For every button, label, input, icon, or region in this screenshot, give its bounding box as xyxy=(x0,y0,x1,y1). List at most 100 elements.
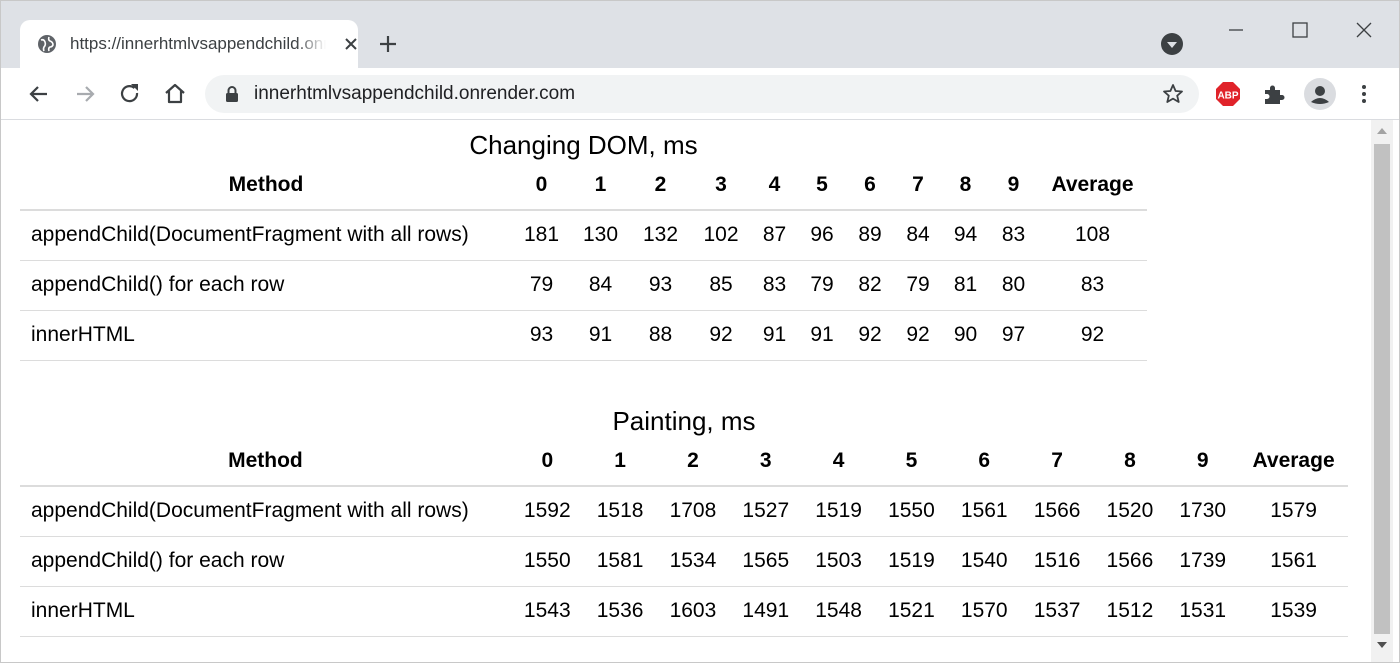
extensions-puzzle-icon[interactable] xyxy=(1261,81,1287,107)
lock-icon[interactable] xyxy=(223,85,241,103)
value-cell: 89 xyxy=(846,209,894,260)
kebab-menu-icon[interactable] xyxy=(1351,81,1377,107)
value-cell: 1531 xyxy=(1166,585,1240,637)
tab-active[interactable]: https://innerhtmlvsappendchild.onrender.… xyxy=(20,20,358,68)
column-header: Average xyxy=(1051,172,1134,196)
column-header: 9 xyxy=(1196,448,1209,472)
reload-icon[interactable] xyxy=(117,81,143,107)
scroll-thumb[interactable] xyxy=(1374,144,1390,634)
column-header: 6 xyxy=(978,448,991,472)
scroll-up-arrow-icon[interactable] xyxy=(1377,128,1387,134)
value-cell: 91 xyxy=(571,309,630,361)
maximize-icon[interactable] xyxy=(1287,17,1313,43)
value-cell: 97 xyxy=(989,309,1038,361)
close-window-icon[interactable] xyxy=(1351,17,1377,43)
home-icon[interactable] xyxy=(162,81,188,107)
value-cell: 1527 xyxy=(729,485,803,536)
value-cell: 108 xyxy=(1038,209,1147,260)
url-text[interactable]: innerhtmlvsappendchild.onrender.com xyxy=(254,83,575,105)
vertical-scrollbar[interactable] xyxy=(1371,120,1393,662)
table-row: appendChild(DocumentFragment with all ro… xyxy=(20,485,1348,536)
value-cell: 1519 xyxy=(802,485,876,536)
table-caption: Painting, ms xyxy=(612,406,756,436)
value-cell: 91 xyxy=(798,309,846,361)
table-row: appendChild() for each row 1550 1581 1534 15… xyxy=(20,535,1348,586)
table-row: appendChild(DocumentFragment with all ro… xyxy=(20,209,1147,260)
painting-section: Painting, ms Method 0 1 2 3 4 5 6 7 8 9 Average app… xyxy=(20,406,1348,637)
minimize-icon[interactable] xyxy=(1223,17,1249,43)
value-cell: 1570 xyxy=(947,585,1021,637)
value-cell: 1537 xyxy=(1020,585,1094,637)
column-header: 6 xyxy=(864,172,876,196)
tab-search-icon[interactable] xyxy=(1160,32,1184,56)
scroll-down-arrow-icon[interactable] xyxy=(1377,642,1387,648)
column-header: 1 xyxy=(614,448,626,472)
value-cell: 1503 xyxy=(802,535,876,586)
value-cell: 1566 xyxy=(1093,535,1167,586)
value-cell: 1561 xyxy=(1239,535,1348,586)
value-cell: 92 xyxy=(846,309,894,361)
value-cell: 1536 xyxy=(583,585,657,637)
painting-table: Method 0 1 2 3 4 5 6 7 8 9 Average appendChild(Docu… xyxy=(20,436,1348,637)
value-cell: 83 xyxy=(751,259,798,310)
value-cell: 1566 xyxy=(1020,485,1094,536)
value-cell: 94 xyxy=(942,209,989,260)
value-cell: 1548 xyxy=(802,585,876,637)
header-row: Method 0 1 2 3 4 5 6 7 8 9 Average xyxy=(20,160,1147,210)
value-cell: 93 xyxy=(512,309,571,361)
column-header: 4 xyxy=(832,448,845,472)
table-row: innerHTML 93 91 88 92 91 91 92 92 90 97 92 xyxy=(20,309,1147,361)
forward-icon[interactable] xyxy=(72,81,98,107)
value-cell: 1519 xyxy=(875,535,948,586)
value-cell: 92 xyxy=(894,309,942,361)
value-cell: 1592 xyxy=(510,485,584,536)
value-cell: 83 xyxy=(1038,259,1147,310)
table-caption: Changing DOM, ms xyxy=(469,130,698,160)
value-cell: 79 xyxy=(512,259,571,310)
tab-strip: https://innerhtmlvsappendchild.onrender.… xyxy=(1,1,1399,68)
table-row: appendChild() for each row 79 84 93 85 83 79 82… xyxy=(20,259,1147,310)
method-cell: appendChild() for each row xyxy=(20,535,511,586)
value-cell: 1739 xyxy=(1166,535,1240,586)
value-cell: 1550 xyxy=(875,485,948,536)
method-cell: appendChild() for each row xyxy=(20,259,512,310)
column-header: 5 xyxy=(816,172,828,196)
changing-dom-section: Changing DOM, ms Method 0 1 2 3 4 5 6 7 8 9 Average… xyxy=(20,130,1147,361)
value-cell: 90 xyxy=(942,309,989,361)
value-cell: 81 xyxy=(942,259,989,310)
column-header: 4 xyxy=(768,172,781,196)
column-header: 8 xyxy=(959,172,972,196)
value-cell: 91 xyxy=(751,309,798,361)
bookmark-star-icon[interactable] xyxy=(1161,82,1185,106)
column-header: 2 xyxy=(654,172,667,196)
value-cell: 132 xyxy=(630,209,691,260)
value-cell: 80 xyxy=(989,259,1038,310)
column-header-method: Method xyxy=(228,172,304,196)
value-cell: 1539 xyxy=(1239,585,1348,637)
value-cell: 130 xyxy=(571,209,630,260)
value-cell: 1565 xyxy=(729,535,803,586)
header-row: Method 0 1 2 3 4 5 6 7 8 9 Average xyxy=(20,436,1348,486)
value-cell: 1521 xyxy=(875,585,948,637)
column-header: 7 xyxy=(912,172,924,196)
back-icon[interactable] xyxy=(26,81,52,107)
address-bar[interactable]: innerhtmlvsappendchild.onrender.com xyxy=(205,75,1199,113)
column-header: 3 xyxy=(759,448,772,472)
value-cell: 96 xyxy=(798,209,846,260)
person-icon xyxy=(1311,86,1329,104)
column-header: 0 xyxy=(535,172,548,196)
close-tab-icon[interactable] xyxy=(342,35,360,53)
value-cell: 1512 xyxy=(1093,585,1167,637)
value-cell: 79 xyxy=(798,259,846,310)
method-cell: innerHTML xyxy=(20,585,511,637)
profile-avatar[interactable] xyxy=(1304,78,1336,110)
tab-title: https://innerhtmlvsappendchild.onrender.… xyxy=(70,34,326,54)
new-tab-icon[interactable] xyxy=(376,32,400,56)
value-cell: 1516 xyxy=(1020,535,1094,586)
column-header: 2 xyxy=(687,448,699,472)
value-cell: 1579 xyxy=(1239,485,1348,536)
method-cell: innerHTML xyxy=(20,309,512,361)
abp-label: ABP xyxy=(1217,91,1238,102)
value-cell: 84 xyxy=(571,259,630,310)
adblock-plus-icon[interactable]: ABP xyxy=(1215,81,1241,107)
